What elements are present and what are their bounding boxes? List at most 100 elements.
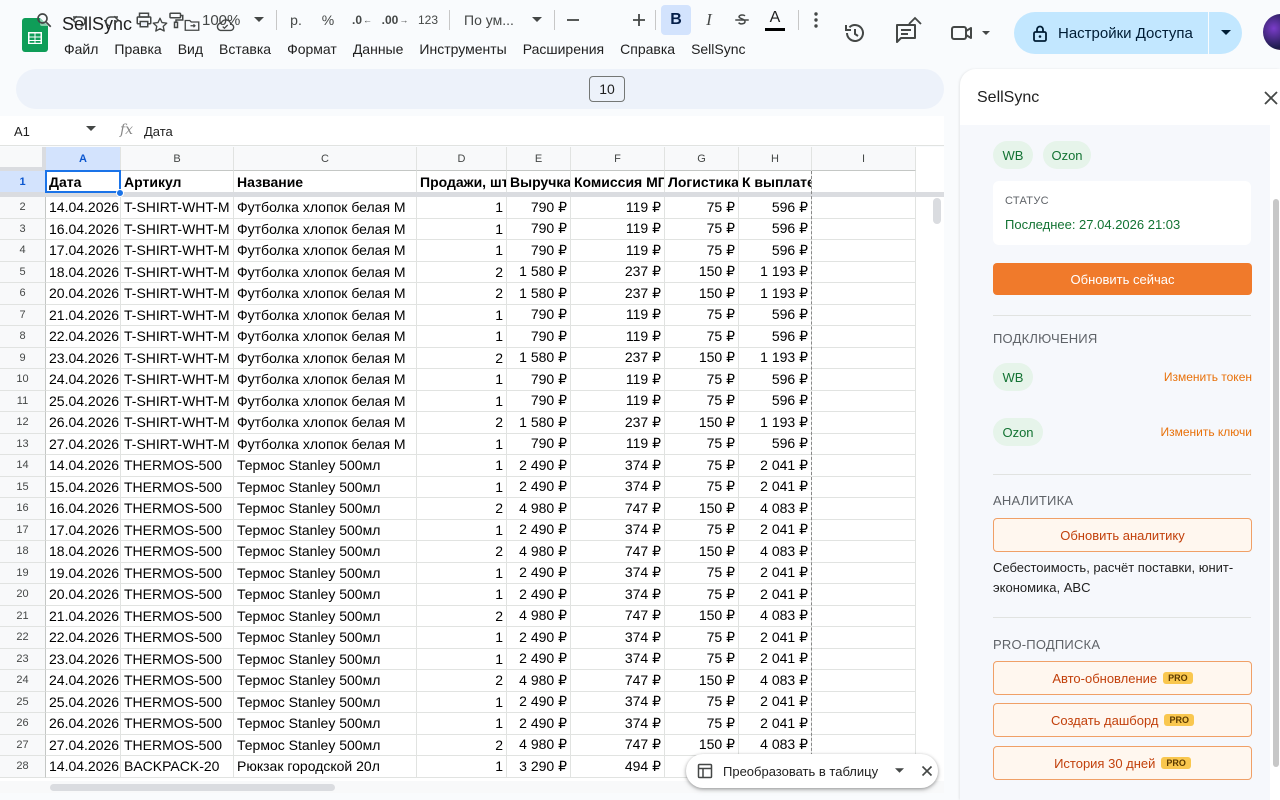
table-cell[interactable]: 237 ₽ [571, 283, 665, 305]
table-cell[interactable] [812, 670, 916, 692]
table-cell[interactable]: Термос Stanley 500мл [234, 605, 417, 627]
table-cell[interactable]: Термос Stanley 500мл [234, 519, 417, 541]
table-cell[interactable]: Футболка хлопок белая M [234, 347, 417, 369]
table-cell[interactable]: THERMOS-500 [121, 498, 234, 520]
table-cell[interactable]: T-SHIRT-WHT-M [121, 326, 234, 348]
table-cell[interactable]: 75 ₽ [665, 240, 739, 262]
table-cell[interactable] [812, 713, 916, 735]
table-cell[interactable]: Футболка хлопок белая M [234, 197, 417, 219]
table-cell[interactable]: 27.04.2026 [46, 734, 121, 756]
table-cell[interactable] [812, 261, 916, 283]
table-cell[interactable]: Термос Stanley 500мл [234, 541, 417, 563]
table-cell[interactable] [812, 433, 916, 455]
table-cell[interactable]: 119 ₽ [571, 369, 665, 391]
table-cell[interactable]: Термос Stanley 500мл [234, 670, 417, 692]
table-cell[interactable]: 14.04.2026 [46, 756, 121, 778]
bold-button[interactable]: B [661, 5, 691, 35]
table-cell[interactable]: 374 ₽ [571, 691, 665, 713]
table-cell[interactable]: 26.04.2026 [46, 713, 121, 735]
table-cell[interactable]: 1 [417, 562, 507, 584]
update-analytics-button[interactable]: Обновить аналитику [993, 518, 1252, 552]
table-cell[interactable]: 20.04.2026 [46, 584, 121, 606]
update-now-button[interactable]: Обновить сейчас [993, 263, 1252, 295]
redo-icon[interactable] [100, 5, 124, 35]
horizontal-scrollbar[interactable] [50, 784, 335, 791]
strikethrough-icon[interactable] [729, 5, 755, 35]
table-cell[interactable]: T-SHIRT-WHT-M [121, 261, 234, 283]
row-header[interactable]: 5 [0, 261, 46, 283]
table-cell[interactable]: BACKPACK-20 [121, 756, 234, 778]
table-cell[interactable]: 1 [417, 455, 507, 477]
table-cell[interactable]: 747 ₽ [571, 605, 665, 627]
table-cell[interactable]: 22.04.2026 [46, 326, 121, 348]
table-cell[interactable]: 1 [417, 584, 507, 606]
table-cell[interactable]: 2 [417, 605, 507, 627]
table-cell[interactable]: 1 [417, 326, 507, 348]
table-cell[interactable]: 1 [417, 304, 507, 326]
table-cell[interactable] [812, 326, 916, 348]
table-cell[interactable]: 2 490 ₽ [507, 476, 571, 498]
table-cell[interactable] [812, 218, 916, 240]
table-cell[interactable]: 1 [417, 627, 507, 649]
table-cell[interactable]: 25.04.2026 [46, 691, 121, 713]
chevron-down-icon[interactable] [86, 126, 96, 132]
row-header[interactable]: 9 [0, 347, 46, 369]
table-cell[interactable]: 150 ₽ [665, 283, 739, 305]
table-cell[interactable]: 75 ₽ [665, 433, 739, 455]
table-cell[interactable]: 596 ₽ [739, 304, 812, 326]
column-header-e[interactable]: E [507, 147, 571, 171]
table-cell[interactable]: 596 ₽ [739, 433, 812, 455]
table-cell[interactable]: Футболка хлопок белая M [234, 261, 417, 283]
table-cell[interactable]: 4 083 ₽ [739, 498, 812, 520]
text-color-button[interactable]: A [761, 5, 789, 35]
table-cell[interactable] [812, 691, 916, 713]
table-cell[interactable]: THERMOS-500 [121, 691, 234, 713]
table-cell[interactable]: 75 ₽ [665, 713, 739, 735]
table-cell[interactable] [812, 197, 916, 219]
table-cell[interactable]: 1 193 ₽ [739, 261, 812, 283]
row-header[interactable]: 4 [0, 240, 46, 262]
table-cell[interactable]: 1 [417, 648, 507, 670]
header-cell[interactable]: Артикул [121, 171, 234, 193]
table-cell[interactable]: 596 ₽ [739, 240, 812, 262]
table-cell[interactable]: 374 ₽ [571, 455, 665, 477]
table-cell[interactable]: 2 041 ₽ [739, 713, 812, 735]
table-cell[interactable] [812, 369, 916, 391]
change-keys-link[interactable]: Изменить ключи [1160, 425, 1252, 439]
table-cell[interactable]: 150 ₽ [665, 347, 739, 369]
menu-tools[interactable]: Инструменты [411, 39, 514, 59]
table-cell[interactable]: 25.04.2026 [46, 390, 121, 412]
table-cell[interactable]: 2 041 ₽ [739, 584, 812, 606]
table-cell[interactable]: 150 ₽ [665, 605, 739, 627]
table-cell[interactable]: 374 ₽ [571, 562, 665, 584]
more-options-icon[interactable] [806, 5, 826, 35]
table-cell[interactable]: 1 [417, 390, 507, 412]
row-header[interactable]: 17 [0, 519, 46, 541]
version-history-icon[interactable] [840, 18, 870, 48]
table-cell[interactable]: T-SHIRT-WHT-M [121, 197, 234, 219]
table-cell[interactable]: 2 041 ₽ [739, 627, 812, 649]
table-cell[interactable]: 1 [417, 369, 507, 391]
table-cell[interactable]: 790 ₽ [507, 326, 571, 348]
menu-insert[interactable]: Вставка [211, 39, 279, 59]
font-family-select[interactable]: По ум... [458, 5, 546, 35]
row-header[interactable]: 8 [0, 326, 46, 348]
row-header[interactable]: 14 [0, 455, 46, 477]
table-cell[interactable]: 23.04.2026 [46, 347, 121, 369]
table-cell[interactable]: 2 [417, 261, 507, 283]
row-header[interactable]: 25 [0, 691, 46, 713]
table-cell[interactable]: 75 ₽ [665, 584, 739, 606]
row-header[interactable]: 12 [0, 412, 46, 434]
row-header[interactable]: 10 [0, 369, 46, 391]
table-cell[interactable]: 18.04.2026 [46, 261, 121, 283]
table-cell[interactable]: THERMOS-500 [121, 455, 234, 477]
table-cell[interactable]: 237 ₽ [571, 412, 665, 434]
italic-button[interactable]: I [696, 5, 722, 35]
table-cell[interactable] [812, 648, 916, 670]
menu-view[interactable]: Вид [170, 39, 211, 59]
percent-format-button[interactable]: % [316, 5, 340, 35]
table-cell[interactable]: THERMOS-500 [121, 627, 234, 649]
table-cell[interactable]: 16.04.2026 [46, 218, 121, 240]
print-icon[interactable] [132, 5, 156, 35]
table-cell[interactable]: 596 ₽ [739, 326, 812, 348]
